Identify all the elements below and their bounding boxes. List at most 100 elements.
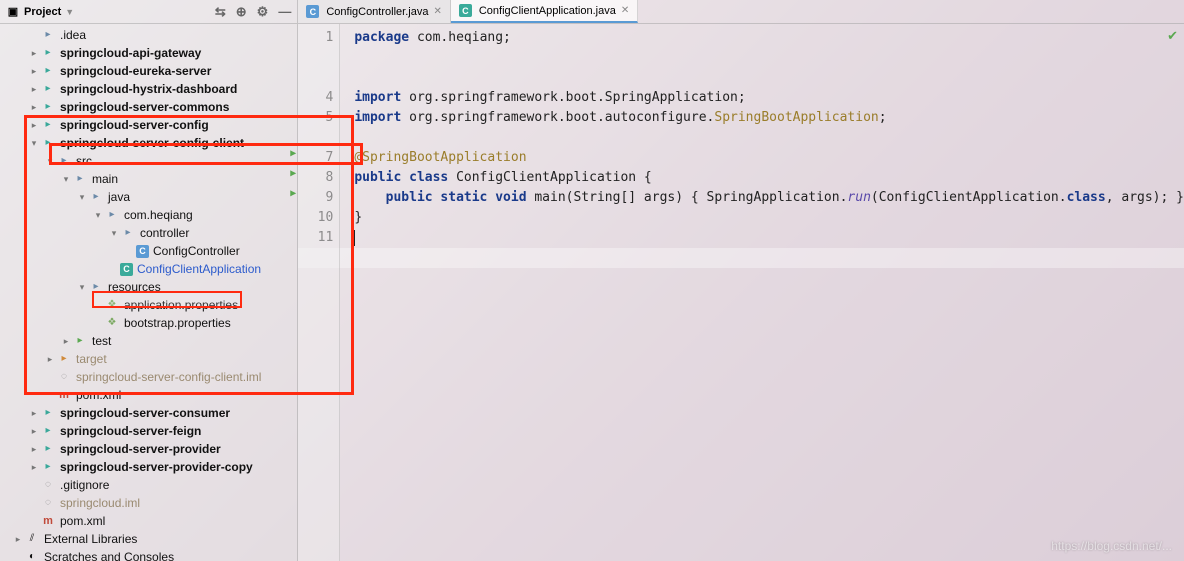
tree-item-label: controller — [138, 224, 189, 242]
tree-item[interactable]: ◌.gitignore — [4, 476, 297, 494]
import-2c: ; — [879, 110, 887, 125]
tree-item[interactable]: ▸⫽External Libraries — [4, 530, 297, 548]
tree-item[interactable]: ▾▸src — [4, 152, 297, 170]
tree-item[interactable]: ▸▸test — [4, 332, 297, 350]
editor-area: CConfigController.java✕C ConfigClientAppl… — [298, 0, 1184, 561]
tree-item-label: springcloud-server-consumer — [58, 404, 230, 422]
close-tab-icon[interactable]: ✕ — [433, 6, 441, 17]
class-decl-name: ConfigClientApplication { — [456, 170, 652, 185]
gutter-line: 11 — [298, 228, 333, 248]
tree-item-label: Scratches and Consoles — [42, 548, 174, 561]
tree-item-label: springcloud-eureka-server — [58, 62, 211, 80]
tree-arrow-icon[interactable]: ▾ — [92, 206, 104, 224]
gear-icon[interactable]: ⚙ — [257, 4, 269, 20]
tree-item[interactable]: CConfigController — [4, 242, 297, 260]
folder-icon: ▸ — [104, 207, 120, 223]
kw-import: import — [354, 90, 409, 105]
tree-item[interactable]: mpom.xml — [4, 512, 297, 530]
inspection-ok-icon[interactable]: ✔ — [1167, 28, 1178, 44]
tree-item-label: .gitignore — [58, 476, 109, 494]
tree-arrow-icon[interactable]: ▸ — [28, 116, 40, 134]
tree-item[interactable]: ▾▸com.heqiang — [4, 206, 297, 224]
java-class-icon: C — [306, 5, 319, 18]
tree-arrow-icon[interactable]: ▸ — [28, 458, 40, 476]
c-blue-icon: C — [136, 245, 149, 258]
project-toolwindow-header[interactable]: ▣ Project ▼ ⇆ ⊕ ⚙ — — [0, 0, 297, 24]
tree-arrow-icon[interactable]: ▾ — [28, 134, 40, 152]
tree-arrow-icon[interactable]: ▾ — [108, 224, 120, 242]
folder-teal-icon: ▸ — [40, 45, 56, 61]
tree-item[interactable]: ▸▸springcloud-hystrix-dashboard — [4, 80, 297, 98]
tree-item[interactable]: ▸▸springcloud-api-gateway — [4, 44, 297, 62]
folder-teal-icon: ▸ — [40, 81, 56, 97]
tab-label: ConfigClientApplication.java — [479, 5, 616, 17]
gutter-line: 5 — [298, 108, 333, 128]
kw-package: package — [354, 30, 417, 45]
tree-item[interactable]: ▾▸controller — [4, 224, 297, 242]
tree-arrow-icon[interactable]: ▸ — [28, 44, 40, 62]
tree-arrow-icon[interactable]: ▸ — [28, 62, 40, 80]
folder-green-icon: ▸ — [72, 333, 88, 349]
editor-tab[interactable]: CConfigClientApplication.java✕ — [451, 0, 638, 23]
project-tree[interactable]: ▸.idea▸▸springcloud-api-gateway▸▸springc… — [0, 24, 297, 561]
tree-item[interactable]: ◐Scratches and Consoles — [4, 548, 297, 561]
tree-item[interactable]: ▾▸java — [4, 188, 297, 206]
tree-item[interactable]: ▾▸resources — [4, 278, 297, 296]
tree-arrow-icon[interactable]: ▾ — [60, 170, 72, 188]
tree-item[interactable]: ◌springcloud-server-config-client.iml — [4, 368, 297, 386]
tree-item[interactable]: ▸▸springcloud-server-feign — [4, 422, 297, 440]
tree-item[interactable]: ◌springcloud.iml — [4, 494, 297, 512]
tree-item[interactable]: ▸▸springcloud-server-commons — [4, 98, 297, 116]
tree-item[interactable]: ▸▸springcloud-server-consumer — [4, 404, 297, 422]
tree-arrow-icon[interactable]: ▸ — [60, 332, 72, 350]
project-sidebar: ▣ Project ▼ ⇆ ⊕ ⚙ — ▸.idea▸▸springcloud-… — [0, 0, 298, 561]
tree-arrow-icon[interactable]: ▸ — [12, 530, 24, 548]
tree-item[interactable]: ▸▸springcloud-server-provider-copy — [4, 458, 297, 476]
tree-item-label: ConfigClientApplication — [135, 260, 261, 278]
tree-item[interactable]: CConfigClientApplication — [4, 260, 297, 278]
code-editor[interactable]: package com.heqiang; import org.springfr… — [340, 24, 1184, 561]
folder-icon: ▸ — [72, 171, 88, 187]
run-arg2: , args); } — [1106, 190, 1184, 205]
tree-item-label: springcloud-server-provider-copy — [58, 458, 253, 476]
tree-item[interactable]: ▾▸springcloud-server-config-client — [4, 134, 297, 152]
gutter[interactable]: ▶ ▶ ▶ 1457891011 — [298, 24, 340, 561]
tree-arrow-icon[interactable]: ▾ — [76, 278, 88, 296]
collapse-icon[interactable]: ⇆ — [215, 4, 226, 20]
tree-arrow-icon[interactable]: ▾ — [76, 188, 88, 206]
tree-arrow-icon[interactable]: ▸ — [28, 98, 40, 116]
gutter-line — [298, 128, 333, 148]
tree-arrow-icon[interactable]: ▸ — [28, 422, 40, 440]
tree-item[interactable]: ▸▸target — [4, 350, 297, 368]
leaf-icon: ❖ — [104, 297, 120, 313]
tree-item[interactable]: ❖application.properties — [4, 296, 297, 314]
tree-arrow-icon[interactable]: ▾ — [44, 152, 56, 170]
import-2b: SpringBootApplication — [714, 110, 878, 125]
hide-icon[interactable]: — — [278, 4, 291, 20]
run-class-icon[interactable]: ▶ — [282, 144, 296, 158]
editor-tab[interactable]: CConfigController.java✕ — [298, 0, 451, 23]
run-main-icon[interactable]: ▶ — [282, 184, 296, 198]
run-class-icon-2[interactable]: ▶ — [282, 164, 296, 178]
tree-item[interactable]: ▸▸springcloud-server-provider — [4, 440, 297, 458]
target-icon[interactable]: ⊕ — [236, 4, 247, 20]
tree-item[interactable]: ▸▸springcloud-eureka-server — [4, 62, 297, 80]
dropdown-icon[interactable]: ▼ — [65, 7, 74, 17]
import-2a: org.springframework.boot.autoconfigure. — [409, 110, 714, 125]
tree-item[interactable]: ▸▸springcloud-server-config — [4, 116, 297, 134]
tree-arrow-icon[interactable]: ▸ — [28, 440, 40, 458]
tree-item[interactable]: ▸.idea — [4, 26, 297, 44]
tree-item[interactable]: mpom.xml — [4, 386, 297, 404]
gutter-line: 10 — [298, 208, 333, 228]
tree-item-label: springcloud-api-gateway — [58, 44, 201, 62]
close-tab-icon[interactable]: ✕ — [621, 5, 629, 16]
tree-arrow-icon[interactable]: ▸ — [44, 350, 56, 368]
tree-arrow-icon[interactable]: ▸ — [28, 404, 40, 422]
tree-item[interactable]: ▾▸main — [4, 170, 297, 188]
tree-item-label: springcloud.iml — [58, 494, 140, 512]
tree-item[interactable]: ❖bootstrap.properties — [4, 314, 297, 332]
tree-arrow-icon[interactable]: ▸ — [28, 80, 40, 98]
folder-teal-icon: ▸ — [40, 459, 56, 475]
package-name: com.heqiang; — [417, 30, 511, 45]
m-red-icon: m — [56, 387, 72, 403]
